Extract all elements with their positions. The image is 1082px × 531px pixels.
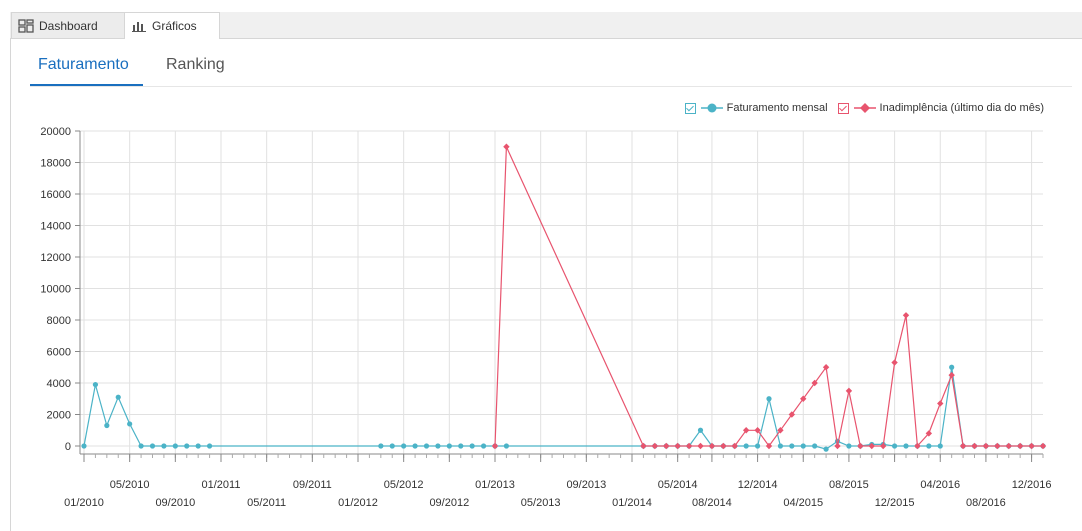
- subtab-ranking[interactable]: Ranking: [166, 56, 225, 74]
- legend-item-inadimplencia[interactable]: Inadimplência (último dia do mês): [837, 102, 1044, 114]
- legend-checkbox-faturamento[interactable]: [684, 102, 696, 114]
- chart-legend: Faturamento mensal Inadimplência (último…: [675, 102, 1044, 114]
- legend-label-inadimplencia: Inadimplência (último dia do mês): [879, 102, 1044, 114]
- bar-chart-icon: [131, 19, 147, 33]
- legend-marker-faturamento-icon: [700, 103, 723, 113]
- subtab-faturamento[interactable]: Faturamento: [38, 56, 129, 74]
- subtab-active-underline: [30, 84, 143, 86]
- tab-graficos-label: Gráficos: [152, 19, 197, 33]
- legend-label-faturamento: Faturamento mensal: [726, 102, 828, 114]
- legend-checkbox-inadimplencia[interactable]: [837, 102, 849, 114]
- subtab-divider: [30, 86, 1072, 87]
- tab-graficos[interactable]: Gráficos: [124, 12, 220, 39]
- legend-marker-inadimplencia-icon: [853, 103, 876, 113]
- top-tab-bar: Dashboard Gráficos: [10, 12, 1082, 39]
- dashboard-icon: [18, 18, 34, 33]
- legend-item-faturamento[interactable]: Faturamento mensal: [684, 102, 828, 114]
- tab-dashboard[interactable]: Dashboard: [11, 12, 125, 38]
- tab-dashboard-label: Dashboard: [39, 18, 98, 33]
